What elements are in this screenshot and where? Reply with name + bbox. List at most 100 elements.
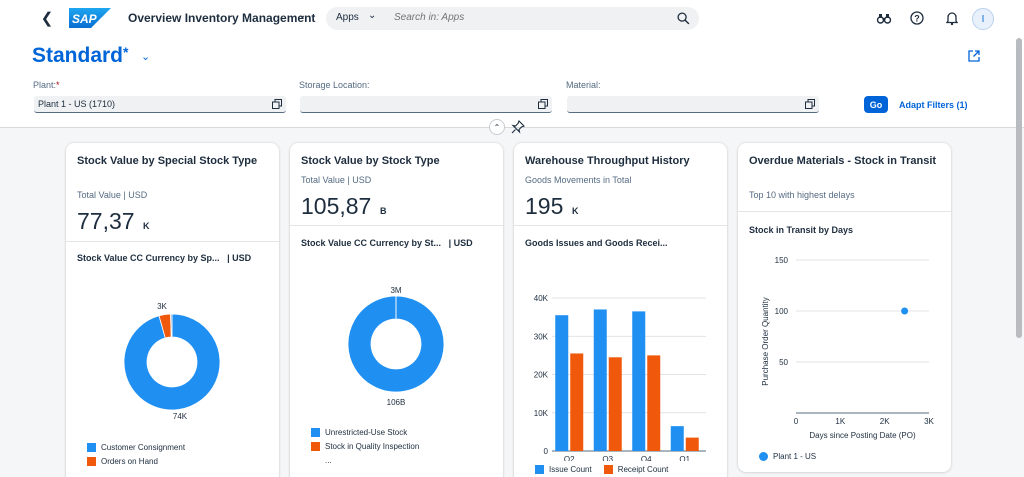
bar[interactable]	[647, 355, 661, 451]
bar[interactable]	[570, 353, 584, 451]
donut-slice[interactable]	[170, 313, 173, 338]
required-marker: *	[56, 80, 60, 90]
filter-label-plant: Plant:*	[33, 80, 60, 90]
card-title: Overdue Materials - Stock in Transit	[749, 155, 937, 167]
legend-item[interactable]: Plant 1 - US	[759, 449, 816, 463]
legend-item[interactable]: Receipt Count	[603, 462, 668, 476]
scatter-chart[interactable]: 50 100 150 0 1K 2K 3K Days since Posting Date (…	[738, 245, 951, 445]
legend-item[interactable]: Customer Consignment	[87, 440, 185, 454]
search-scope[interactable]: Apps	[336, 12, 359, 23]
legend-swatch	[311, 441, 320, 451]
variant-name: Standard	[32, 44, 124, 67]
kpi-value: 195	[525, 193, 564, 219]
y-tick-label: 0	[544, 447, 549, 456]
material-input[interactable]	[567, 96, 819, 113]
x-tick-label: 1K	[835, 417, 845, 426]
legend-more[interactable]: ...	[311, 453, 419, 467]
x-tick-label: Q3	[602, 455, 613, 461]
donut-chart[interactable]: 74K 3K	[66, 293, 279, 433]
card-subtitle: Top 10 with highest delays	[749, 190, 855, 200]
card-title: Warehouse Throughput History	[525, 155, 690, 167]
app-title[interactable]: Overview Inventory Management	[128, 11, 315, 25]
pin-icon[interactable]	[510, 119, 526, 135]
bar[interactable]	[608, 357, 622, 451]
chart-legend: Plant 1 - US	[759, 449, 816, 463]
chevron-down-icon[interactable]: ⌄	[141, 50, 150, 63]
go-button[interactable]: Go	[864, 96, 888, 113]
card-subtitle: Total Value | USD	[301, 175, 372, 185]
legend-item[interactable]: Unrestricted-Use Stock	[311, 425, 419, 439]
chart-legend: Issue Count Receipt Count	[535, 462, 668, 476]
x-tick-label: 3K	[924, 417, 934, 426]
y-tick-label: 30K	[534, 332, 549, 341]
binoculars-icon[interactable]	[876, 10, 892, 26]
legend-label: Customer Consignment	[101, 442, 186, 452]
scatter-point[interactable]	[901, 307, 909, 315]
card-subtitle: Goods Movements in Total	[525, 175, 632, 185]
x-tick-label: Q1	[679, 455, 690, 461]
y-axis-label: Purchase Order Quantity	[761, 297, 770, 385]
x-tick-label: 2K	[880, 417, 890, 426]
back-icon[interactable]: ❮	[38, 9, 56, 27]
bar-chart[interactable]: 010K20K30K40KQ22022Q3Q4Q12023	[514, 261, 727, 461]
adapt-filters-button[interactable]: Adapt Filters (1)	[899, 100, 968, 110]
chevron-down-icon[interactable]: ⌄	[298, 10, 306, 21]
card-stock-value-special-stock[interactable]: Stock Value by Special Stock Type Total …	[66, 143, 279, 477]
sap-logo[interactable]: SAP	[69, 8, 111, 28]
kpi-unit: K	[143, 221, 150, 231]
bar[interactable]	[555, 315, 569, 451]
variant-title[interactable]: Standard*	[32, 44, 128, 68]
chart-title-text: Stock Value CC Currency by St...	[301, 238, 442, 248]
bar[interactable]	[685, 437, 699, 451]
chevron-down-icon[interactable]: ⌄	[368, 10, 376, 21]
data-label: 3M	[390, 286, 401, 295]
kpi-value: 77,37	[77, 208, 135, 234]
card-stock-value-stock-type[interactable]: Stock Value by Stock Type Total Value | …	[290, 143, 503, 477]
kpi-unit: K	[572, 206, 579, 216]
kpi-unit: B	[380, 206, 387, 216]
y-tick-label: 40K	[534, 294, 549, 303]
legend-label: Plant 1 - US	[773, 451, 817, 461]
bar[interactable]	[632, 311, 646, 451]
scrollbar[interactable]	[1016, 38, 1022, 338]
card-title: Stock Value by Stock Type	[301, 155, 440, 167]
filter-label-material: Material:	[566, 80, 601, 90]
y-tick-label: 20K	[534, 371, 549, 380]
collapse-header-button[interactable]: ⌃	[489, 119, 505, 135]
card-overdue-materials[interactable]: Overdue Materials - Stock in Transit Top…	[738, 143, 951, 472]
legend-item[interactable]: Orders on Hand	[87, 454, 185, 468]
x-tick-label: Q4	[641, 455, 652, 461]
value-help-icon[interactable]	[538, 99, 548, 109]
plant-input[interactable]: Plant 1 - US (1710)	[34, 96, 286, 113]
card-warehouse-throughput[interactable]: Warehouse Throughput History Goods Movem…	[514, 143, 727, 477]
legend-swatch	[87, 442, 96, 452]
y-tick-label: 150	[775, 256, 789, 265]
search-input[interactable]	[394, 12, 654, 23]
legend-item[interactable]: Issue Count	[535, 462, 592, 476]
x-tick-label: 0	[794, 417, 799, 426]
data-label: 3K	[157, 302, 167, 311]
value-help-icon[interactable]	[272, 99, 282, 109]
search-bar: Apps ⌄	[326, 7, 699, 30]
kpi-value: 105,87	[301, 193, 372, 219]
legend-label: Issue Count	[549, 464, 592, 474]
value-help-icon[interactable]	[805, 99, 815, 109]
legend-item[interactable]: Stock in Quality Inspection	[311, 439, 419, 453]
avatar[interactable]: I	[972, 8, 994, 30]
help-icon[interactable]: ?	[909, 10, 925, 26]
share-icon[interactable]	[967, 49, 981, 63]
donut-chart[interactable]: 106B 3M	[290, 283, 503, 413]
bell-icon[interactable]	[944, 10, 960, 26]
bar[interactable]	[670, 426, 684, 451]
x-tick-label: Q2	[564, 455, 575, 461]
divider	[738, 211, 951, 212]
bar[interactable]	[593, 309, 607, 451]
legend-label: Orders on Hand	[101, 456, 158, 466]
chart-legend: Customer Consignment Orders on Hand	[87, 440, 185, 468]
chevron-up-icon: ⌃	[493, 122, 501, 132]
search-icon[interactable]	[677, 12, 690, 25]
legend-swatch	[311, 427, 320, 437]
chart-title: Stock in Transit by Days	[749, 225, 854, 235]
x-axis-label: Days since Posting Date (PO)	[809, 431, 916, 440]
storage-location-input[interactable]	[300, 96, 552, 113]
